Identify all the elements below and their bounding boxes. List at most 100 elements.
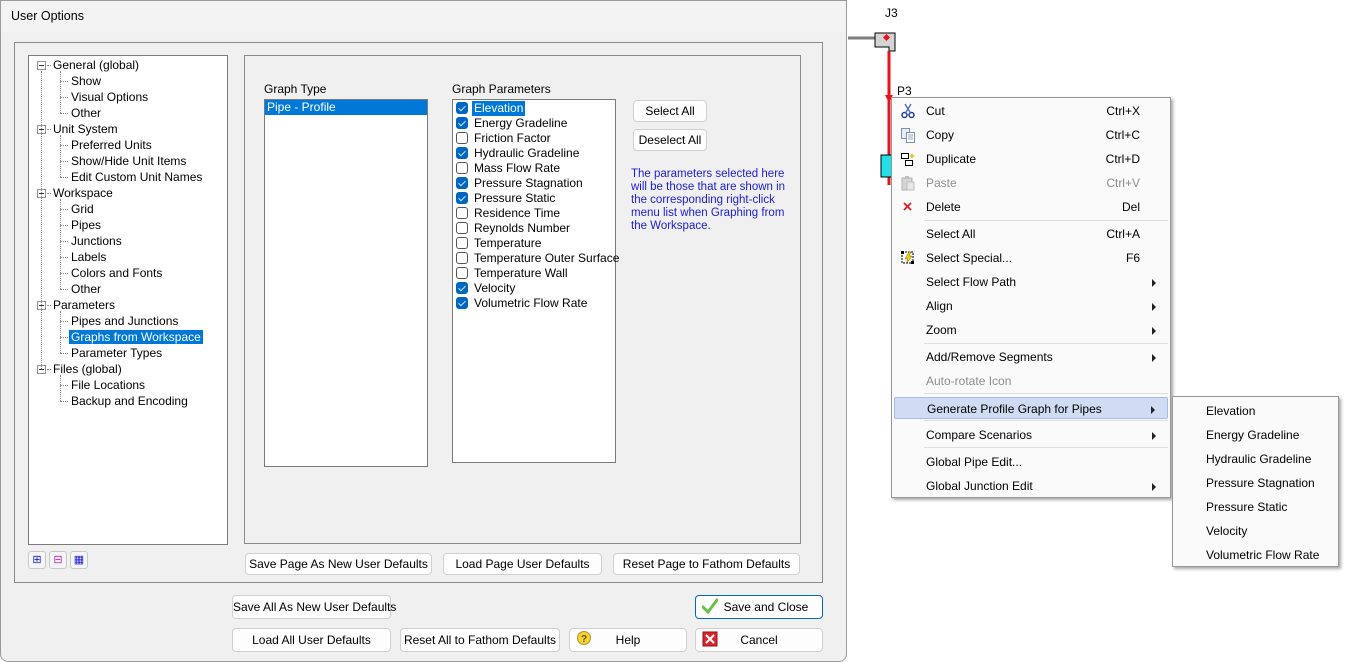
- parameter-item[interactable]: Temperature: [453, 236, 614, 251]
- save-page-defaults-button[interactable]: Save Page As New User Defaults: [245, 553, 432, 575]
- deselect-all-button[interactable]: Deselect All: [633, 129, 707, 151]
- collapse-toggle-icon[interactable]: [37, 61, 46, 70]
- load-all-defaults-button[interactable]: Load All User Defaults: [232, 628, 391, 652]
- tree-connector: [60, 289, 68, 290]
- parameter-item[interactable]: Volumetric Flow Rate: [453, 296, 614, 311]
- expand-all-button[interactable]: ⊞: [28, 551, 46, 569]
- menu-separator: [924, 343, 1168, 344]
- graph-type-listbox[interactable]: Pipe - Profile: [264, 99, 428, 467]
- parameter-item[interactable]: Mass Flow Rate: [453, 161, 614, 176]
- tree-item[interactable]: Labels: [69, 249, 108, 265]
- parameter-checkbox[interactable]: [456, 132, 468, 144]
- parameter-item[interactable]: Friction Factor: [453, 131, 614, 146]
- menu-item-global-junction-edit[interactable]: Global Junction Edit: [894, 475, 1168, 497]
- save-and-close-button[interactable]: Save and Close: [695, 595, 823, 619]
- parameter-item[interactable]: Temperature Outer Surface: [453, 251, 619, 266]
- collapse-all-button[interactable]: ▦: [70, 551, 88, 569]
- parameter-item[interactable]: Temperature Wall: [453, 266, 614, 281]
- menu-item-compare-scenarios[interactable]: Compare Scenarios: [894, 424, 1168, 446]
- tree-connector: [60, 135, 61, 177]
- parameter-checkbox[interactable]: [456, 222, 468, 234]
- parameter-checkbox[interactable]: [456, 177, 468, 189]
- menu-item-zoom[interactable]: Zoom: [894, 319, 1168, 341]
- parameter-checkbox[interactable]: [456, 237, 468, 249]
- parameter-checkbox[interactable]: [456, 147, 468, 159]
- parameter-item[interactable]: Hydraulic Gradeline: [453, 146, 614, 161]
- submenu-item-elevation[interactable]: Elevation: [1206, 400, 1255, 422]
- tree-item-label: Labels: [71, 250, 107, 264]
- menu-item-cut[interactable]: Cut Ctrl+X: [894, 100, 1168, 122]
- menu-item-auto-rotate-icon[interactable]: Auto-rotate Icon: [894, 370, 1168, 392]
- options-tree[interactable]: General (global) Show Visual Options Other U…: [28, 55, 228, 545]
- menu-item-global-pipe-edit[interactable]: Global Pipe Edit...: [894, 451, 1168, 473]
- tree-item[interactable]: Pipes: [69, 217, 103, 233]
- menu-item-delete[interactable]: Delete Del: [894, 196, 1168, 218]
- cancel-button[interactable]: Cancel: [695, 628, 823, 652]
- parameter-checkbox[interactable]: [456, 117, 468, 129]
- menu-item-paste[interactable]: Paste Ctrl+V: [894, 172, 1168, 194]
- save-all-defaults-button[interactable]: Save All As New User Defaults: [232, 595, 396, 619]
- reset-all-defaults-button[interactable]: Reset All to Fathom Defaults: [400, 628, 560, 652]
- help-button[interactable]: ? Help: [569, 628, 687, 652]
- parameter-item[interactable]: Velocity: [453, 281, 614, 296]
- parameter-checkbox[interactable]: [456, 162, 468, 174]
- select-all-button[interactable]: Select All: [633, 100, 707, 122]
- tree-group[interactable]: General (global): [51, 57, 141, 73]
- parameter-checkbox[interactable]: [456, 192, 468, 204]
- tree-item[interactable]: File Locations: [69, 377, 147, 393]
- tree-item[interactable]: Pipes and Junctions: [69, 313, 180, 329]
- load-page-defaults-button[interactable]: Load Page User Defaults: [443, 553, 602, 575]
- graph-parameters-listbox[interactable]: Elevation Energy Gradeline Friction Factor…: [452, 99, 619, 463]
- parameter-checkbox[interactable]: [456, 297, 468, 309]
- submenu-item-velocity[interactable]: Velocity: [1206, 520, 1247, 542]
- tree-item[interactable]: Edit Custom Unit Names: [69, 169, 204, 185]
- menu-item-generate-profile-graph-for-pipes[interactable]: Generate Profile Graph for Pipes: [894, 397, 1168, 419]
- menu-item-select-special[interactable]: Select Special... F6: [894, 247, 1168, 269]
- tree-item[interactable]: Other: [69, 105, 103, 121]
- tree-item[interactable]: Show: [69, 73, 103, 89]
- tree-item[interactable]: Parameter Types: [69, 345, 164, 361]
- parameter-checkbox[interactable]: [456, 267, 468, 279]
- tree-item[interactable]: Grid: [69, 201, 96, 217]
- reset-page-defaults-button[interactable]: Reset Page to Fathom Defaults: [613, 553, 800, 575]
- submenu-item-volumetric-flow-rate[interactable]: Volumetric Flow Rate: [1206, 544, 1319, 566]
- submenu-item-pressure-static[interactable]: Pressure Static: [1206, 496, 1287, 518]
- submenu-item-hydraulic-gradeline[interactable]: Hydraulic Gradeline: [1206, 448, 1311, 470]
- parameter-item[interactable]: Elevation: [453, 101, 614, 116]
- parameter-item[interactable]: Energy Gradeline: [453, 116, 614, 131]
- menu-item-add-remove-segments[interactable]: Add/Remove Segments: [894, 346, 1168, 368]
- parameter-checkbox[interactable]: [456, 252, 468, 264]
- graph-type-item[interactable]: Pipe - Profile: [265, 100, 427, 115]
- tree-item[interactable]: Show/Hide Unit Items: [69, 153, 188, 169]
- tree-item[interactable]: Backup and Encoding: [69, 393, 190, 409]
- menu-item-align[interactable]: Align: [894, 295, 1168, 317]
- menu-item-select-flow-path[interactable]: Select Flow Path: [894, 271, 1168, 293]
- menu-item-shortcut: Ctrl+V: [1106, 176, 1140, 190]
- parameter-item[interactable]: Pressure Static: [453, 191, 614, 206]
- submenu-item-pressure-stagnation[interactable]: Pressure Stagnation: [1206, 472, 1315, 494]
- tree-item[interactable]: Preferred Units: [69, 137, 154, 153]
- title-bar: User Options: [1, 1, 846, 32]
- submenu-item-energy-gradeline[interactable]: Energy Gradeline: [1206, 424, 1299, 446]
- tree-item[interactable]: Graphs from Workspace: [69, 329, 203, 345]
- tree-item[interactable]: Other: [69, 281, 103, 297]
- parameter-item[interactable]: Pressure Stagnation: [453, 176, 614, 191]
- parameter-item[interactable]: Reynolds Number: [453, 221, 614, 236]
- menu-separator: [924, 220, 1168, 221]
- parameter-checkbox[interactable]: [456, 207, 468, 219]
- menu-item-duplicate[interactable]: Duplicate Ctrl+D: [894, 148, 1168, 170]
- menu-item-shortcut: Ctrl+X: [1106, 104, 1140, 118]
- tree-item[interactable]: Visual Options: [69, 89, 150, 105]
- parameter-checkbox[interactable]: [456, 282, 468, 294]
- tree-item[interactable]: Junctions: [69, 233, 124, 249]
- menu-item-select-all[interactable]: Select All Ctrl+A: [894, 223, 1168, 245]
- tree-group[interactable]: Unit System: [51, 121, 120, 137]
- parameter-item[interactable]: Residence Time: [453, 206, 614, 221]
- tree-item[interactable]: Colors and Fonts: [69, 265, 164, 281]
- menu-item-copy[interactable]: Copy Ctrl+C: [894, 124, 1168, 146]
- tree-group[interactable]: Files (global): [51, 361, 124, 377]
- parameter-checkbox[interactable]: [456, 102, 468, 114]
- expand-selected-button[interactable]: ⊟: [49, 551, 67, 569]
- delete-icon: [900, 199, 916, 215]
- tree-connector: [47, 369, 51, 370]
